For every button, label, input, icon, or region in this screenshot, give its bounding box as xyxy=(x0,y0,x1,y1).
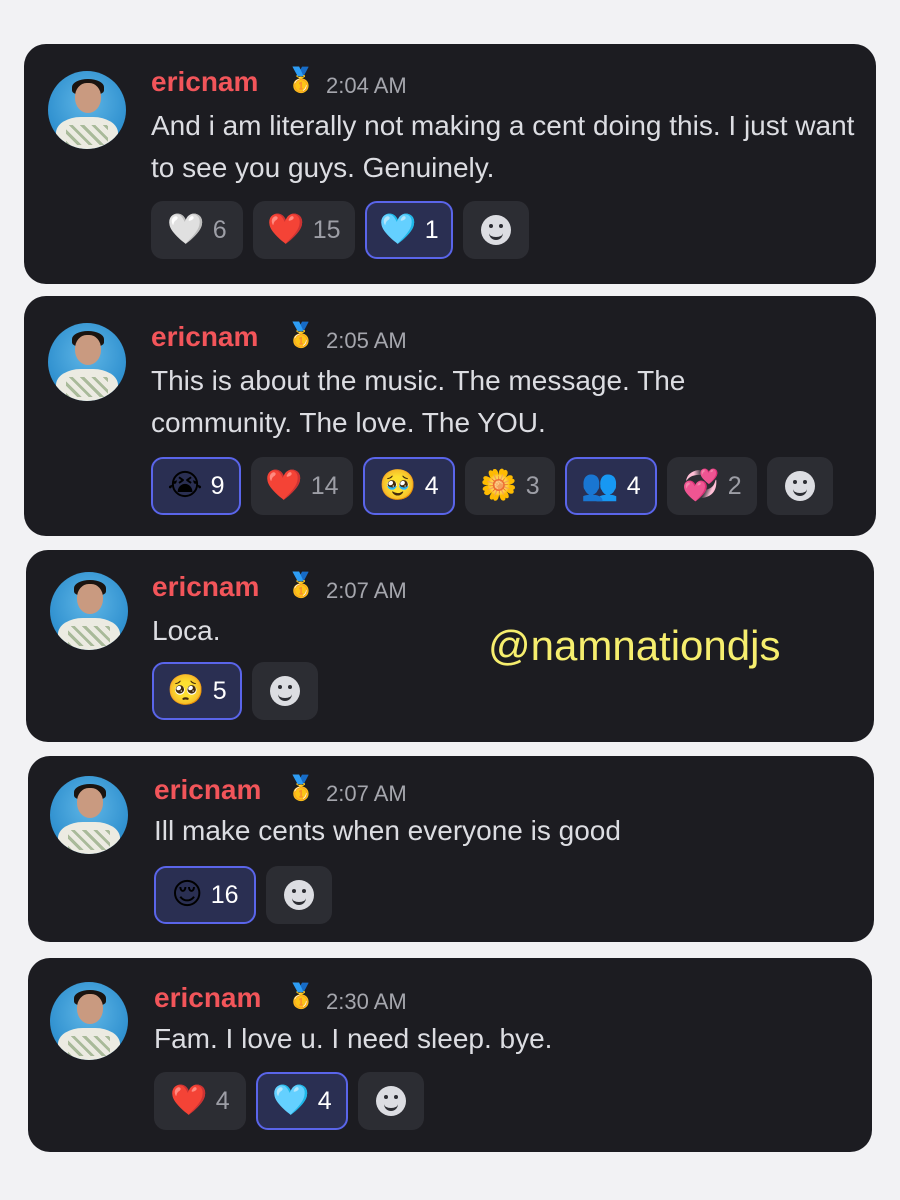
reaction-chip[interactable]: 🤍 6 xyxy=(151,201,243,259)
blossom-icon: 🌼 xyxy=(480,468,518,503)
medal-icon: 🥇 xyxy=(286,982,316,1010)
author-name[interactable]: ericnam xyxy=(151,321,258,353)
author-name[interactable]: ericnam xyxy=(154,774,261,806)
timestamp: 2:04 AM xyxy=(326,73,407,98)
white-heart-icon: 🤍 xyxy=(167,212,205,247)
medal-icon: 🥇 xyxy=(286,66,316,94)
avatar[interactable] xyxy=(50,776,128,854)
relieved-face-icon: 😌 xyxy=(171,877,203,912)
message-card[interactable]: ericnam 🥇 2:05 AM This is about the musi… xyxy=(24,296,876,536)
medal-icon: 🥇 xyxy=(286,774,316,802)
message-card[interactable]: ericnam 🥇 2:30 AM Fam. I love u. I need … xyxy=(28,958,872,1152)
reaction-bar: 😭 9 ❤️ 14 🥹 4 🌼 3 👥 4 💞 2 xyxy=(151,457,833,515)
light-blue-heart-icon: 🩵 xyxy=(272,1083,310,1118)
message-text: Fam. I love u. I need sleep. bye. xyxy=(154,1023,553,1054)
red-heart-icon: ❤️ xyxy=(267,212,305,247)
reaction-chip[interactable]: 🩵 4 xyxy=(256,1072,348,1130)
light-blue-heart-icon: 🩵 xyxy=(379,212,417,247)
add-reaction-button[interactable] xyxy=(358,1072,424,1130)
avatar[interactable] xyxy=(48,71,126,149)
reaction-bar: 🥺 5 xyxy=(152,662,318,720)
reaction-chip[interactable]: ❤️ 15 xyxy=(253,201,355,259)
message-text: Ill make cents when everyone is good xyxy=(154,815,621,846)
timestamp: 2:07 AM xyxy=(326,578,407,603)
revolving-hearts-icon: 💞 xyxy=(682,468,720,503)
hug-people-icon: 👥 xyxy=(581,468,619,503)
reaction-chip[interactable]: ❤️ 14 xyxy=(251,457,353,515)
add-reaction-button[interactable] xyxy=(252,662,318,720)
smiley-icon xyxy=(270,676,300,706)
author-name[interactable]: ericnam xyxy=(154,982,261,1014)
reaction-chip[interactable]: 😌 16 xyxy=(154,866,256,924)
timestamp: 2:30 AM xyxy=(326,989,407,1014)
reaction-chip[interactable]: 🥹 4 xyxy=(363,457,455,515)
reaction-chip[interactable]: 🩵 1 xyxy=(365,201,453,259)
medal-icon: 🥇 xyxy=(286,321,316,349)
smiley-icon xyxy=(481,215,511,245)
reaction-chip[interactable]: 😭 9 xyxy=(151,457,241,515)
avatar[interactable] xyxy=(50,572,128,650)
add-reaction-button[interactable] xyxy=(767,457,833,515)
author-name[interactable]: ericnam xyxy=(151,66,258,98)
message-text: And i am literally not making a cent doi… xyxy=(151,110,855,183)
message-card[interactable]: ericnam 🥇 2:04 AM And i am literally not… xyxy=(24,44,876,284)
reaction-chip[interactable]: 🌼 3 xyxy=(465,457,555,515)
reaction-bar: 😌 16 xyxy=(154,866,332,924)
reaction-bar: 🤍 6 ❤️ 15 🩵 1 xyxy=(151,201,529,259)
red-heart-icon: ❤️ xyxy=(265,468,303,503)
timestamp: 2:05 AM xyxy=(326,328,407,353)
watermark-text: @namnationdjs xyxy=(488,622,781,669)
reaction-chip[interactable]: ❤️ 4 xyxy=(154,1072,246,1130)
avatar[interactable] xyxy=(48,323,126,401)
reaction-chip[interactable]: 👥 4 xyxy=(565,457,657,515)
smiley-icon xyxy=(376,1086,406,1116)
medal-icon: 🥇 xyxy=(286,571,316,599)
red-heart-icon: ❤️ xyxy=(170,1083,208,1118)
reaction-chip[interactable]: 💞 2 xyxy=(667,457,757,515)
message-text: This is about the music. The message. Th… xyxy=(151,365,686,438)
smiley-icon xyxy=(284,880,314,910)
reaction-chip[interactable]: 🥺 5 xyxy=(152,662,242,720)
add-reaction-button[interactable] xyxy=(266,866,332,924)
add-reaction-button[interactable] xyxy=(463,201,529,259)
avatar[interactable] xyxy=(50,982,128,1060)
reaction-bar: ❤️ 4 🩵 4 xyxy=(154,1072,424,1130)
message-card[interactable]: ericnam 🥇 2:07 AM Ill make cents when ev… xyxy=(28,756,874,942)
author-name[interactable]: ericnam xyxy=(152,571,259,603)
smiley-icon xyxy=(785,471,815,501)
pleading-face-icon: 🥺 xyxy=(167,673,205,708)
timestamp: 2:07 AM xyxy=(326,781,407,806)
loudly-crying-face-icon: 😭 xyxy=(167,468,203,503)
holding-back-tears-face-icon: 🥹 xyxy=(379,468,417,503)
